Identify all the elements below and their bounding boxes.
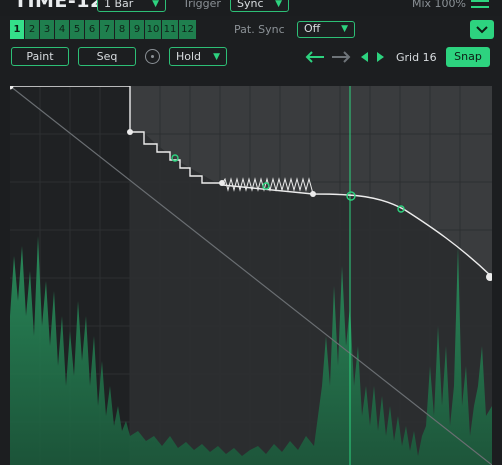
redo-icon[interactable]: [331, 51, 351, 63]
chevron-down-icon: ▼: [152, 0, 159, 9]
envelope-point[interactable]: [219, 180, 225, 186]
pat-sync-value: Off: [304, 22, 321, 35]
pattern-button-6[interactable]: 6: [85, 20, 100, 39]
snap-button[interactable]: Snap: [446, 47, 490, 67]
grid-label[interactable]: Grid 16: [396, 51, 437, 64]
pattern-button-8[interactable]: 8: [115, 20, 130, 39]
pattern-button-3[interactable]: 3: [40, 20, 55, 39]
length-value: 1 Bar: [104, 0, 134, 10]
chevron-down-icon: ▼: [213, 52, 220, 62]
pattern-button-12[interactable]: 12: [179, 20, 197, 39]
seq-button[interactable]: Seq: [78, 47, 136, 66]
chevron-down-icon: ▼: [275, 0, 282, 9]
trigger-label: Trigger: [183, 0, 221, 10]
length-dropdown[interactable]: 1 Bar ▼: [97, 0, 166, 12]
pattern-button-11[interactable]: 11: [162, 20, 179, 39]
point-mode-dropdown[interactable]: Hold ▼: [169, 47, 227, 66]
pattern-button-7[interactable]: 7: [100, 20, 115, 39]
pattern-button-4[interactable]: 4: [55, 20, 70, 39]
pattern-row-container: 1 2 3 4 5 6 7 8 9 10 11 12 Pat. Sync Off…: [0, 17, 502, 43]
pattern-button-10[interactable]: 10: [145, 20, 162, 39]
envelope-point[interactable]: [310, 191, 316, 197]
paint-button[interactable]: Paint: [11, 47, 69, 66]
pat-sync-dropdown[interactable]: Off ▼: [297, 21, 355, 38]
trigger-dropdown[interactable]: Sync ▼: [230, 0, 289, 12]
arrow-left-icon[interactable]: [360, 52, 369, 62]
trigger-value: Sync: [237, 0, 264, 10]
pattern-selector: 1 2 3 4 5 6 7 8 9 10 11 12: [10, 20, 197, 39]
pattern-button-5[interactable]: 5: [70, 20, 85, 39]
collapse-button[interactable]: [470, 20, 494, 39]
pattern-button-2[interactable]: 2: [25, 20, 40, 39]
envelope-canvas[interactable]: [10, 86, 492, 465]
chevron-down-icon: ▼: [341, 24, 348, 34]
mix-label: Mix 100%: [412, 0, 467, 10]
point-mode-value: Hold: [176, 50, 202, 63]
chevron-down-icon: [476, 26, 488, 34]
toolbar: Paint Seq Hold ▼ Grid 16 Snap: [0, 44, 502, 70]
pattern-button-9[interactable]: 9: [130, 20, 145, 39]
envelope-point[interactable]: [127, 129, 133, 135]
arrow-right-icon[interactable]: [376, 52, 385, 62]
envelope-editor[interactable]: [10, 86, 492, 465]
plugin-title: TIME-12: [14, 0, 104, 12]
undo-icon[interactable]: [305, 51, 325, 63]
record-icon[interactable]: [145, 49, 160, 64]
pattern-button-1[interactable]: 1: [10, 20, 25, 39]
pat-sync-label: Pat. Sync: [234, 23, 285, 36]
menu-icon[interactable]: [471, 0, 489, 12]
title-bar: TIME-12 1 Bar ▼ Trigger Sync ▼ Mix 100%: [0, 0, 502, 16]
